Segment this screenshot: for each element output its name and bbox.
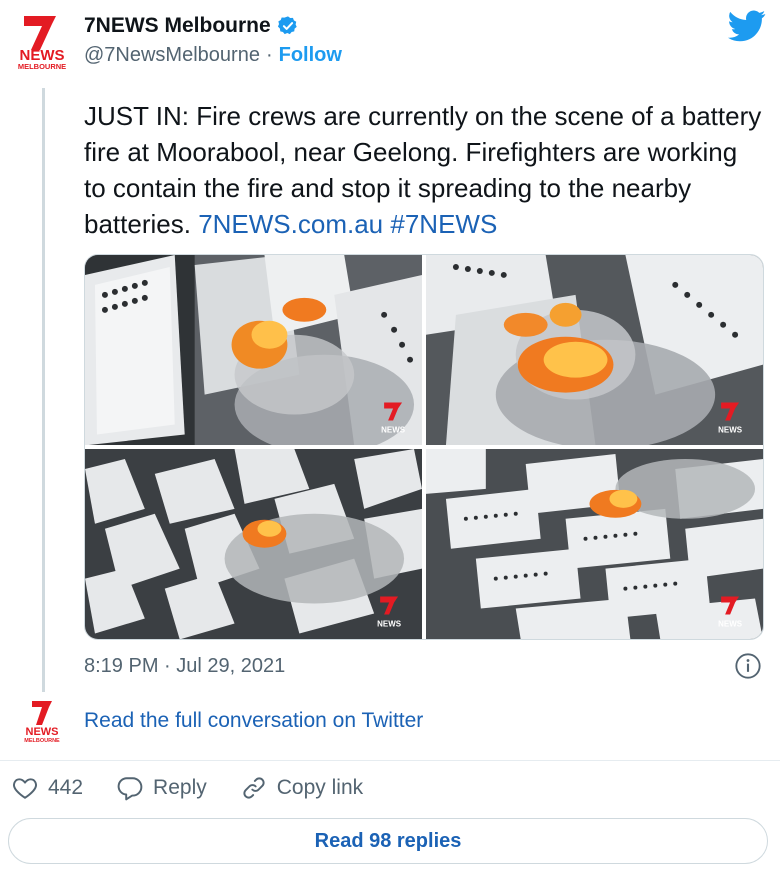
follow-button[interactable]: Follow (279, 44, 342, 67)
read-conversation-link[interactable]: Read the full conversation on Twitter (84, 709, 423, 733)
author-name[interactable]: 7NEWS Melbourne (84, 14, 271, 38)
photo-4-watermark: NEWS (718, 620, 742, 629)
read-replies-button[interactable]: Read 98 replies (8, 818, 768, 864)
reply-button[interactable]: Reply (117, 775, 207, 801)
logo-melbourne-text: MELBOURNE (18, 62, 66, 71)
small-logo-news-text: NEWS (26, 726, 59, 738)
tweet-timestamp[interactable]: 8:19 PM · Jul 29, 2021 (84, 655, 285, 678)
reply-label: Reply (153, 776, 207, 799)
divider (0, 760, 780, 761)
tweet-actions: 442 Reply Copy link (12, 772, 397, 804)
like-button[interactable]: 442 (12, 775, 83, 801)
fire-photo-4[interactable]: NEWS (426, 449, 763, 639)
tweet-author: 7NEWS Melbourne @7NewsMelbourne · Follow (84, 14, 342, 67)
media-grid: NEWS NEWS NEWS NEWS (84, 254, 764, 640)
handle-row: @7NewsMelbourne · Follow (84, 44, 342, 67)
handle-separator: · (265, 44, 273, 66)
fire-photo-1[interactable]: NEWS (85, 255, 422, 446)
heart-icon (13, 778, 37, 799)
photo-3-watermark: NEWS (377, 620, 401, 629)
seven-news-logo-icon[interactable]: NEWS MELBOURNE (10, 10, 74, 74)
tweet-link[interactable]: 7NEWS.com.au (198, 209, 383, 239)
link-icon (243, 777, 265, 799)
seven-news-logo-icon[interactable]: NEWS MELBOURNE (16, 697, 68, 745)
author-name-row[interactable]: 7NEWS Melbourne (84, 14, 342, 38)
tweet-body: JUST IN: Fire crews are currently on the… (84, 98, 764, 242)
photo-2-watermark: NEWS (718, 425, 742, 434)
copy-link-button[interactable]: Copy link (241, 775, 363, 801)
small-logo-melbourne-text: MELBOURNE (24, 738, 60, 744)
fire-photo-2[interactable]: NEWS (426, 255, 763, 446)
info-icon[interactable] (734, 652, 762, 680)
fire-photo-3[interactable]: NEWS (85, 449, 422, 639)
reply-bubble-icon (117, 777, 143, 801)
photo-1-watermark: NEWS (381, 425, 405, 434)
likes-count: 442 (48, 776, 84, 799)
thread-line (42, 88, 45, 692)
verified-badge-icon (277, 16, 297, 35)
copy-link-label: Copy link (276, 776, 364, 799)
twitter-bird-icon[interactable] (728, 10, 766, 42)
tweet-hashtag[interactable]: #7NEWS (390, 209, 497, 239)
author-handle[interactable]: @7NewsMelbourne (84, 44, 260, 67)
